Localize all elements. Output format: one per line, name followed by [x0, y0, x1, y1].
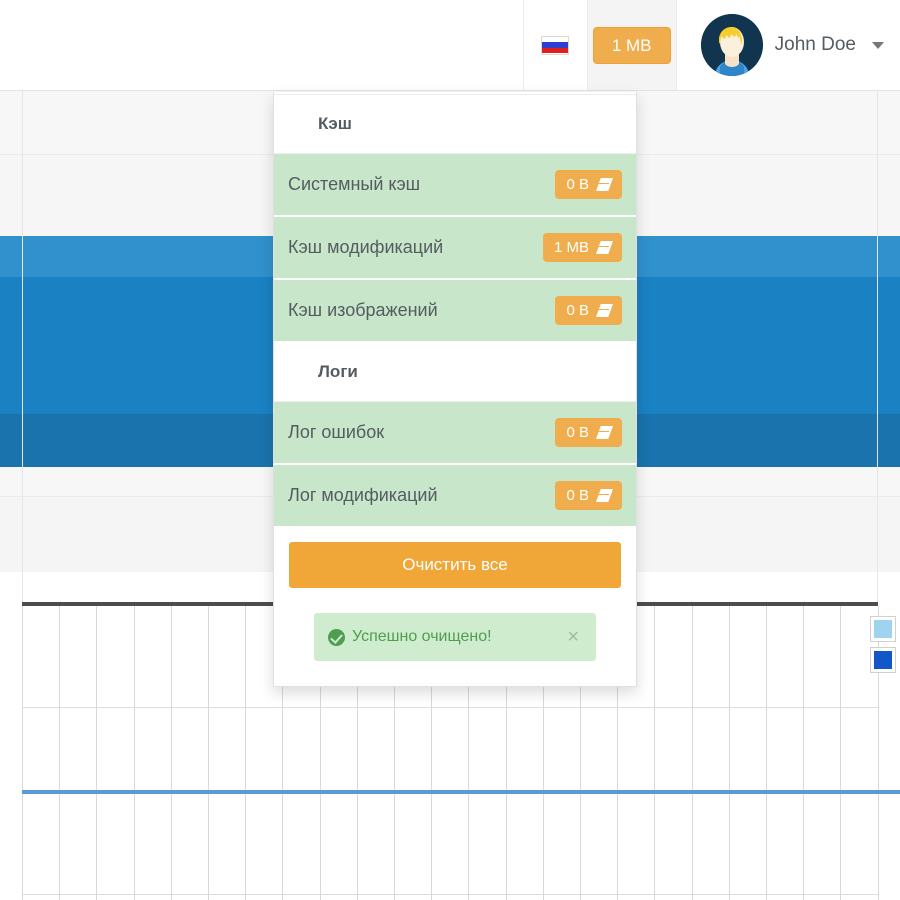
clear-all-container: Очистить все: [274, 528, 636, 599]
chart-gridline-vertical: [133, 606, 135, 900]
chart-gridline-vertical: [728, 606, 730, 900]
panel-groups: Кэш Системный кэш 0 B Кэш модификаций 1 MB Кэ…: [274, 95, 636, 528]
toast-container: Успешно очищено! ×: [274, 599, 636, 683]
success-toast: Успешно очищено! ×: [314, 613, 596, 661]
chevron-down-icon: [872, 41, 884, 49]
app-root: 1 MB John Doe Кэш Системный кэш 0 B Кэш …: [0, 0, 900, 900]
eraser-icon: [596, 304, 613, 317]
chart-gridline-vertical: [803, 606, 805, 900]
eraser-icon: [596, 489, 613, 502]
clear-item-button[interactable]: 0 B: [555, 170, 622, 199]
chart-series-line: [22, 790, 900, 794]
eraser-icon: [596, 178, 613, 191]
cache-size-button[interactable]: 1 MB: [592, 26, 671, 64]
cache-row-label: Лог модификаций: [288, 485, 438, 505]
check-circle-icon: [328, 628, 345, 646]
chart-gridline-vertical: [59, 606, 61, 900]
chart-gridline-vertical: [691, 606, 693, 900]
table-left-edge: [22, 91, 23, 602]
chart-gridline-vertical: [96, 606, 98, 900]
cache-size-value: 0 B: [566, 302, 589, 319]
cache-row-label: Кэш изображений: [288, 300, 438, 320]
cache-row[interactable]: Кэш изображений 0 B: [274, 280, 636, 343]
chart-gridline-vertical: [245, 606, 247, 900]
chart-gridline-vertical: [208, 606, 209, 900]
user-menu[interactable]: John Doe: [677, 0, 884, 90]
cache-size-value: 0 B: [566, 487, 589, 504]
group-title: Кэш: [274, 95, 636, 154]
legend-swatch-light-blue[interactable]: [870, 616, 896, 642]
cache-row[interactable]: Системный кэш 0 B: [274, 154, 636, 217]
language-switcher[interactable]: [522, 0, 587, 90]
toast-content: Успешно очищено!: [328, 628, 492, 646]
toast-message: Успешно очищено!: [352, 628, 492, 645]
cache-dropdown-panel: Кэш Системный кэш 0 B Кэш модификаций 1 MB Кэ…: [273, 92, 637, 687]
top-bar: 1 MB John Doe: [0, 0, 900, 91]
legend-swatch-dark-blue[interactable]: [870, 647, 896, 673]
cache-size-value: 0 B: [566, 424, 589, 441]
chart-gridline-vertical: [840, 606, 842, 900]
cache-row-label: Системный кэш: [288, 174, 421, 194]
chart-gridline-2: [22, 894, 878, 895]
chart-gridline-vertical: [654, 606, 656, 900]
clear-item-button[interactable]: 0 B: [555, 481, 622, 510]
cache-row[interactable]: Лог ошибок 0 B: [274, 402, 636, 465]
avatar: [700, 14, 763, 76]
chart-gridline-vertical: [170, 606, 172, 900]
clear-item-button[interactable]: 1 MB: [542, 233, 622, 262]
eraser-icon: [596, 241, 613, 254]
cache-size-cell: 1 MB: [586, 0, 677, 90]
cache-row[interactable]: Кэш модификаций 1 MB: [274, 217, 636, 280]
chart-legend: [870, 616, 896, 673]
top-bar-right-group: 1 MB John Doe: [522, 0, 884, 90]
cache-row-label: Лог ошибок: [288, 422, 385, 442]
group-title: Логи: [274, 343, 636, 402]
eraser-icon: [596, 426, 613, 439]
clear-all-button[interactable]: Очистить все: [289, 542, 621, 588]
cache-row[interactable]: Лог модификаций 0 B: [274, 465, 636, 528]
table-right-edge: [877, 91, 878, 602]
cache-size-value: 0 B: [566, 176, 589, 193]
chart-gridline-1: [22, 707, 878, 708]
chart-gridline-vertical: [22, 606, 23, 900]
cache-size-value: 1 MB: [553, 239, 589, 256]
clear-item-button[interactable]: 0 B: [555, 418, 622, 447]
clear-item-button[interactable]: 0 B: [555, 296, 622, 325]
russia-flag-icon: [541, 35, 570, 55]
chart-gridline-vertical: [766, 606, 767, 900]
cache-row-label: Кэш модификаций: [288, 237, 444, 257]
close-icon[interactable]: ×: [564, 627, 582, 647]
user-name-label: John Doe: [774, 34, 856, 55]
